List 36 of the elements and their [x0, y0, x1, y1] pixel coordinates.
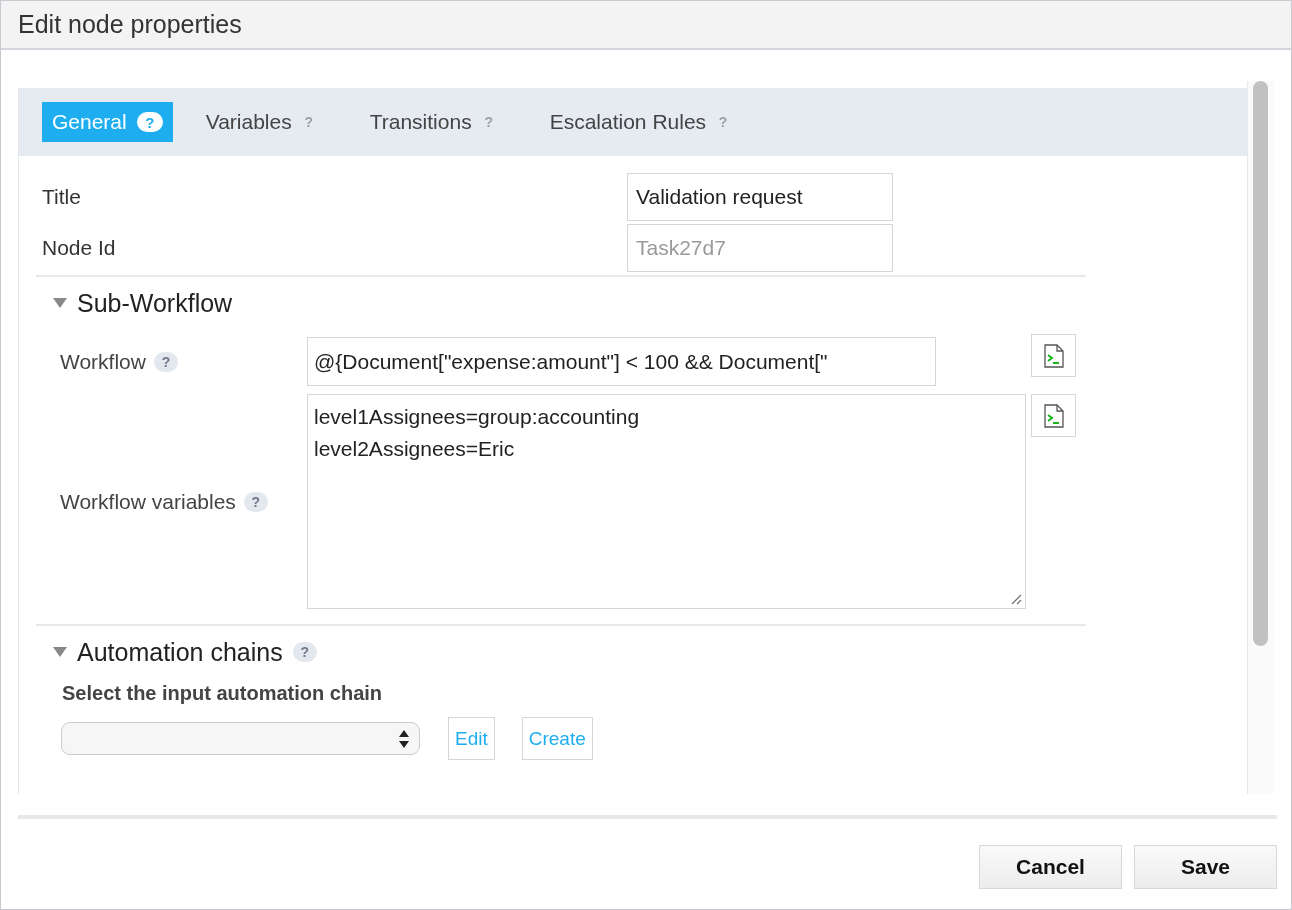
help-icon[interactable]: ? — [716, 112, 731, 132]
help-icon[interactable]: ? — [481, 112, 496, 132]
section-title: Automation chains — [77, 637, 283, 667]
dialog-button[interactable]: Cancel — [979, 845, 1122, 889]
variables-textarea[interactable]: level1Assignees=group:accounting level2Assignees=Eric — [307, 394, 1026, 609]
scrollbar-thumb[interactable] — [1253, 81, 1268, 646]
help-icon[interactable]: ? — [301, 112, 316, 132]
link-button[interactable]: Create — [521, 717, 593, 760]
field-label: Workflow — [60, 349, 146, 374]
script-icon — [1043, 343, 1064, 368]
field-label: Select the input automation chain — [61, 682, 384, 705]
help-icon[interactable]: ? — [136, 112, 163, 132]
script-button[interactable] — [1031, 334, 1076, 377]
tab[interactable]: General ? — [42, 102, 173, 142]
tab[interactable]: Escalation Rules ? — [539, 102, 741, 142]
expression-field[interactable]: @{Document["expense:amount"] < 100 && Document[" — [307, 337, 936, 386]
dialog-button[interactable]: Save — [1134, 845, 1277, 889]
link-button[interactable]: Edit — [448, 717, 495, 760]
collapse-triangle-icon[interactable] — [53, 647, 67, 657]
script-button[interactable] — [1031, 394, 1076, 437]
field-label: Node Id — [42, 235, 117, 260]
help-icon[interactable]: ? — [243, 491, 268, 512]
help-icon[interactable]: ? — [292, 642, 317, 662]
field-label: Title — [42, 184, 82, 209]
script-icon — [1043, 403, 1064, 428]
text-field[interactable]: Validation request — [627, 172, 893, 221]
help-icon[interactable]: ? — [153, 351, 178, 372]
scrollbar-track[interactable] — [1247, 81, 1274, 794]
tab[interactable]: Transitions ? — [359, 102, 506, 142]
tab[interactable]: Variables ? — [195, 102, 326, 142]
window-title: Edit node properties — [18, 10, 242, 39]
sort-arrows-icon — [399, 728, 409, 749]
section-title: Sub-Workflow — [77, 288, 233, 318]
collapse-triangle-icon[interactable] — [53, 298, 67, 308]
resize-grip-icon[interactable] — [1011, 594, 1022, 605]
field-label: Workflow variables — [60, 489, 236, 514]
